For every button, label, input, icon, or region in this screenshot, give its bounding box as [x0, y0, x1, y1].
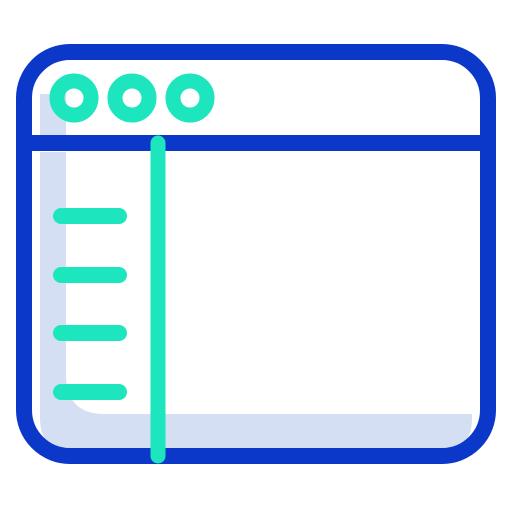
- icon-canvas: [0, 0, 512, 512]
- window-dot-3-icon: [165, 73, 215, 123]
- browser-window-sidebar-icon: [16, 44, 496, 464]
- window-dot-2-icon: [107, 73, 157, 123]
- window-dot-1-icon: [49, 73, 99, 123]
- window-shade-body: [40, 152, 472, 452]
